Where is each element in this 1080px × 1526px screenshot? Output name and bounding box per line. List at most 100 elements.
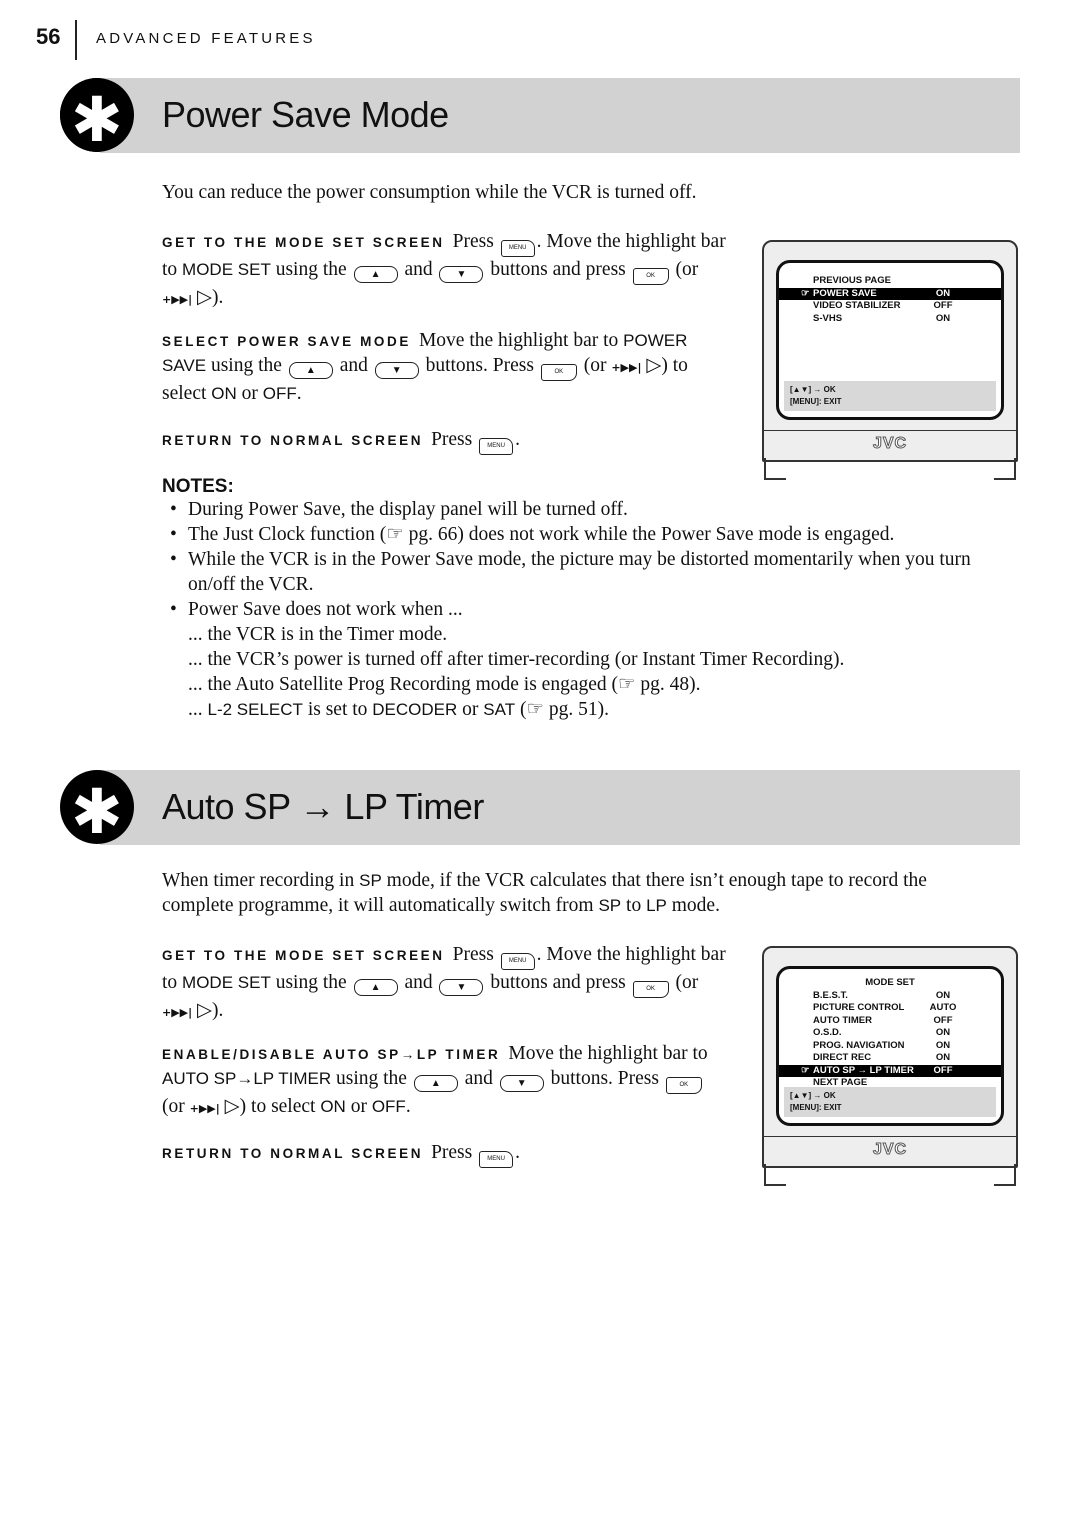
text-run: . xyxy=(515,429,520,450)
text-run: or xyxy=(457,699,484,720)
header-divider xyxy=(75,20,77,60)
text-run: ☞ xyxy=(526,699,544,720)
text-run: using the xyxy=(331,1068,412,1089)
note-item: • During Power Save, the display panel wi… xyxy=(162,497,1002,522)
text-run: Press xyxy=(452,944,499,965)
intro: You can reduce the power consumption whi… xyxy=(162,180,1012,205)
text-run: You can reduce the power consumption whi… xyxy=(162,182,697,203)
text-run: and xyxy=(334,355,373,376)
text-run: ▷). xyxy=(192,287,224,308)
bold-term: MODE SET xyxy=(182,973,271,992)
text-run: buttons. Press xyxy=(545,1068,664,1089)
chapter-title: ADVANCED FEATURES xyxy=(96,30,316,47)
notes-heading: NOTES: xyxy=(162,476,234,497)
subnote-item: ... the VCR is in the Timer mode. xyxy=(162,622,1002,647)
asterisk-badge-icon: ✱ xyxy=(60,78,134,156)
text-run: and xyxy=(399,259,438,280)
text-run: . xyxy=(296,383,302,404)
bullet: • xyxy=(170,599,177,620)
section-banner-auto-sp-lp: Auto SP → LP Timer xyxy=(100,770,1020,845)
menu-button-icon: MENU xyxy=(479,1151,514,1168)
tv-body: MODE SET B.E.S.T. ON PICTURE CONTROL AUTO AUT… xyxy=(762,946,1018,1168)
osd-footer: [▲▼] → OK [MENU]: EXIT xyxy=(784,381,996,411)
ok-button-icon: OK xyxy=(632,268,669,285)
text-run: Press xyxy=(431,429,478,450)
bold-term: DECODER xyxy=(372,700,458,719)
text-run: or xyxy=(236,383,263,404)
text-run: (or xyxy=(670,259,699,280)
osd-heading: MODE SET xyxy=(865,977,915,988)
text-run: buttons and press xyxy=(485,259,631,280)
step-2: SELECT POWER SAVE MODE Move the highlight… xyxy=(162,328,734,406)
text-run: ... the VCR is in the Timer mode. xyxy=(188,624,448,645)
tv-panel: JVC xyxy=(764,1136,1016,1167)
osd-row: B.E.S.T. ON xyxy=(779,990,1001,1003)
osd-value: OFF xyxy=(933,1064,953,1076)
osd-row: PICTURE CONTROL AUTO xyxy=(779,1002,1001,1015)
osd-row: ☞ AUTO SP → LP TIMER OFF xyxy=(779,1064,1001,1077)
bold-term: SP xyxy=(359,871,382,890)
text-run: and xyxy=(459,1068,498,1089)
osd-label: O.S.D. xyxy=(813,1027,842,1038)
text-run: buttons and press xyxy=(485,972,631,993)
osd-value: ON xyxy=(935,989,951,1001)
osd-value: AUTO xyxy=(929,1002,957,1013)
text-run: ▷). xyxy=(192,1000,224,1021)
osd-menu: MODE SET B.E.S.T. ON PICTURE CONTROL AUTO AUT… xyxy=(779,977,1001,1090)
up-button-icon: ▲ xyxy=(413,1075,458,1092)
osd-label: B.E.S.T. xyxy=(813,989,848,1001)
step-label: ENABLE/DISABLE AUTO SP→LP TIMER xyxy=(162,1047,501,1062)
text-run: (or xyxy=(670,972,699,993)
bold-term: OFF xyxy=(371,1097,406,1116)
text-run: ... the VCR’s power is turned off after … xyxy=(188,649,845,670)
text-run: While the VCR is in the Power Save mode,… xyxy=(188,549,971,595)
down-button-icon: ▼ xyxy=(374,362,419,379)
text-run: Move the highlight bar to xyxy=(508,1043,708,1064)
text-run: (or xyxy=(578,355,612,376)
pointer-icon: ☞ xyxy=(801,1064,810,1076)
text-run: to xyxy=(621,895,647,916)
text-run: ... the Auto Satellite Prog Recording mo… xyxy=(188,674,618,695)
text-run: ( xyxy=(515,699,527,720)
text-run: Power Save does not work when ... xyxy=(188,599,463,620)
osd-exit: [MENU]: EXIT xyxy=(790,397,842,406)
step-1: GET TO THE MODE SET SCREEN Press MENU. Mo… xyxy=(162,229,730,310)
jvc-logo: JVC xyxy=(872,435,908,453)
osd-row: PREVIOUS PAGE xyxy=(779,275,1001,288)
section-title: Power Save Mode xyxy=(162,94,449,135)
section-banner-power-save: Power Save Mode xyxy=(100,78,1020,153)
tv-panel: JVC xyxy=(764,430,1016,461)
text-run: pg. 48). xyxy=(635,674,701,695)
ok-button-icon: OK xyxy=(632,981,669,998)
menu-button-icon: MENU xyxy=(479,438,514,455)
osd-label: AUTO TIMER xyxy=(813,1014,872,1026)
text-run: using the xyxy=(206,355,287,376)
tv-foot xyxy=(994,458,1016,480)
osd-menu: PREVIOUS PAGE ☞ POWER SAVE ON VIDEO STABILIZ… xyxy=(779,275,1001,325)
text-run: buttons. Press xyxy=(420,355,539,376)
osd-value: ON xyxy=(935,1039,951,1051)
text-run: ☞ xyxy=(618,674,636,695)
osd-value: ON xyxy=(935,1052,951,1063)
osd-row: S-VHS ON xyxy=(779,313,1001,326)
subnote-item: ... the VCR’s power is turned off after … xyxy=(162,647,1002,672)
osd-row: ☞ POWER SAVE ON xyxy=(779,287,1001,300)
osd-value: OFF xyxy=(933,300,953,311)
bold-term: AUTO SP→LP TIMER xyxy=(162,1069,332,1088)
tv-body: PREVIOUS PAGE ☞ POWER SAVE ON VIDEO STABILIZ… xyxy=(762,240,1018,462)
text-run: using the xyxy=(270,259,352,280)
osd-label: AUTO SP → LP TIMER xyxy=(813,1064,914,1076)
text-run: ... xyxy=(188,699,208,720)
bold-term: L-2 SELECT xyxy=(207,700,303,719)
pointer-icon: ☞ xyxy=(801,287,810,299)
osd-row: AUTO TIMER OFF xyxy=(779,1015,1001,1028)
tv-illustration: PREVIOUS PAGE ☞ POWER SAVE ON VIDEO STABILIZ… xyxy=(762,240,1018,482)
osd-value: ON xyxy=(935,287,951,299)
bold-term: MODE SET xyxy=(182,260,271,279)
osd-label: POWER SAVE xyxy=(813,287,877,299)
up-button-icon: ▲ xyxy=(288,362,333,379)
osd-label: PROG. NAVIGATION xyxy=(813,1039,905,1051)
bold-term: OFF xyxy=(262,384,297,403)
bullet: • xyxy=(170,524,177,545)
osd-label: PICTURE CONTROL xyxy=(813,1002,905,1013)
